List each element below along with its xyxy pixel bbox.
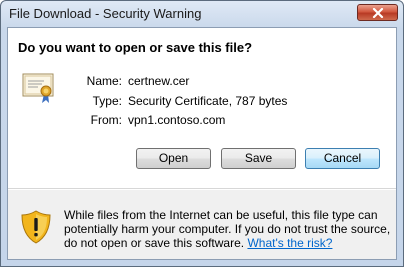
open-button[interactable]: Open bbox=[136, 148, 211, 169]
close-icon bbox=[372, 8, 384, 18]
file-from-label: From: bbox=[90, 113, 122, 127]
cancel-button[interactable]: Cancel bbox=[305, 148, 380, 169]
save-button[interactable]: Save bbox=[221, 148, 296, 169]
warning-text: While files from the Internet can be use… bbox=[64, 208, 391, 250]
file-download-dialog: File Download - Security Warning Do you … bbox=[0, 0, 404, 267]
file-info-panel: Do you want to open or save this file? N… bbox=[8, 28, 396, 188]
close-button[interactable] bbox=[357, 4, 398, 21]
file-name-value: certnew.cer bbox=[128, 74, 190, 88]
window-title: File Download - Security Warning bbox=[9, 6, 202, 21]
warning-panel: While files from the Internet can be use… bbox=[8, 190, 396, 259]
warning-shield-icon bbox=[21, 210, 51, 244]
warning-message: While files from the Internet can be use… bbox=[64, 208, 392, 250]
file-name-label: Name: bbox=[86, 74, 122, 88]
file-type-row: Type: Security Certificate, 787 bytes bbox=[8, 94, 396, 110]
file-type-label: Type: bbox=[92, 94, 122, 108]
file-type-value: Security Certificate, 787 bytes bbox=[128, 94, 288, 108]
dialog-body: Do you want to open or save this file? N… bbox=[7, 27, 397, 260]
file-from-row: From: vpn1.contoso.com bbox=[8, 113, 396, 129]
file-from-value: vpn1.contoso.com bbox=[128, 113, 226, 127]
file-name-row: Name: certnew.cer bbox=[8, 74, 396, 90]
dialog-question: Do you want to open or save this file? bbox=[18, 40, 253, 55]
whats-the-risk-link[interactable]: What's the risk? bbox=[247, 236, 332, 250]
title-bar[interactable]: File Download - Security Warning bbox=[1, 1, 403, 27]
